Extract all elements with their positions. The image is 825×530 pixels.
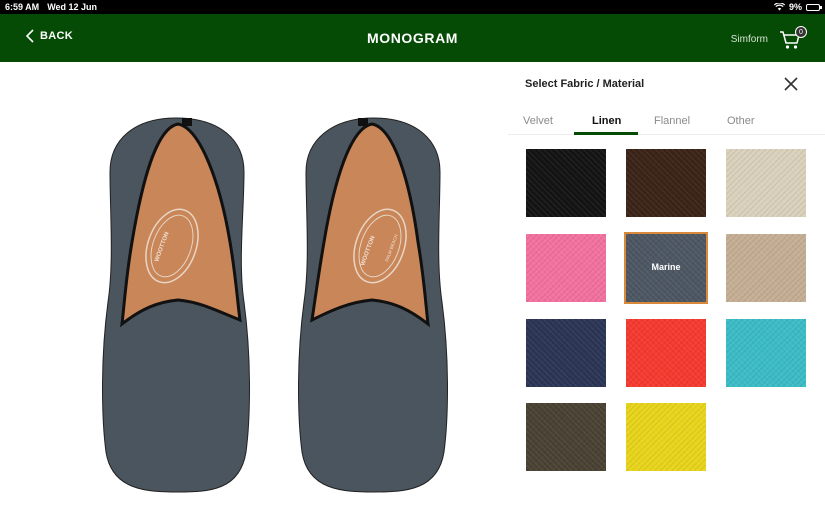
fabric-texture: [526, 149, 606, 217]
battery-percent: 9%: [788, 2, 802, 12]
status-date: Wed 12 Jun: [47, 2, 98, 12]
fabric-texture: [726, 149, 806, 217]
fabric-swatch[interactable]: Marine: [624, 232, 708, 304]
back-label: BACK: [40, 30, 73, 42]
tab-other[interactable]: Other: [727, 115, 755, 127]
fabric-texture: [626, 319, 706, 387]
close-icon: [784, 77, 798, 91]
page-title: MONOGRAM: [366, 30, 459, 46]
active-tab-indicator: [574, 132, 638, 135]
status-time: 6:59 AM: [5, 2, 40, 12]
left-shoe: WOOTTON: [102, 117, 250, 493]
shoe-pair-image: WOOTTON WOOTTON PALM BEACH: [102, 117, 448, 493]
fabric-swatch[interactable]: [526, 149, 606, 217]
fabric-swatch[interactable]: [526, 234, 606, 302]
cart-count-badge: 0: [795, 26, 807, 38]
fabric-texture: [626, 149, 706, 217]
right-shoe: WOOTTON PALM BEACH: [298, 117, 448, 493]
fabric-texture: [526, 403, 606, 471]
wifi-icon: [773, 3, 785, 11]
fabric-swatch[interactable]: [726, 319, 806, 387]
cart-button[interactable]: 0: [779, 26, 807, 52]
tab-flannel[interactable]: Flannel: [654, 115, 690, 127]
brand-link[interactable]: Simform: [731, 34, 768, 45]
fabric-texture: [726, 234, 806, 302]
fabric-swatch[interactable]: [626, 149, 706, 217]
fabric-swatch[interactable]: [726, 234, 806, 302]
close-button[interactable]: [783, 76, 799, 92]
shoe-preview: WOOTTON WOOTTON PALM BEACH: [0, 62, 508, 525]
fabric-texture: [526, 234, 606, 302]
fabric-swatch[interactable]: [526, 403, 606, 471]
status-right: 9%: [773, 2, 822, 12]
fabric-texture: [626, 403, 706, 471]
fabric-texture: [526, 319, 606, 387]
fabric-swatch[interactable]: [626, 403, 706, 471]
status-bar: 6:59 AM Wed 12 Jun 9%: [0, 0, 825, 14]
panel-title: Select Fabric / Material: [525, 78, 645, 90]
tab-velvet[interactable]: Velvet: [523, 115, 553, 127]
fabric-texture: [726, 319, 806, 387]
back-button[interactable]: BACK: [26, 29, 73, 43]
fabric-tabs: Velvet Linen Flannel Other: [508, 108, 825, 135]
tab-linen[interactable]: Linen: [592, 115, 621, 127]
swatch-label: Marine: [651, 262, 681, 272]
fabric-swatch[interactable]: [726, 149, 806, 217]
fabric-swatch[interactable]: [526, 319, 606, 387]
top-bar: BACK MONOGRAM Simform 0: [0, 14, 825, 62]
chevron-left-icon: [26, 29, 34, 43]
fabric-swatch[interactable]: [626, 319, 706, 387]
battery-icon: [806, 3, 822, 11]
fabric-panel: Select Fabric / Material Velvet Linen Fl…: [508, 62, 825, 525]
